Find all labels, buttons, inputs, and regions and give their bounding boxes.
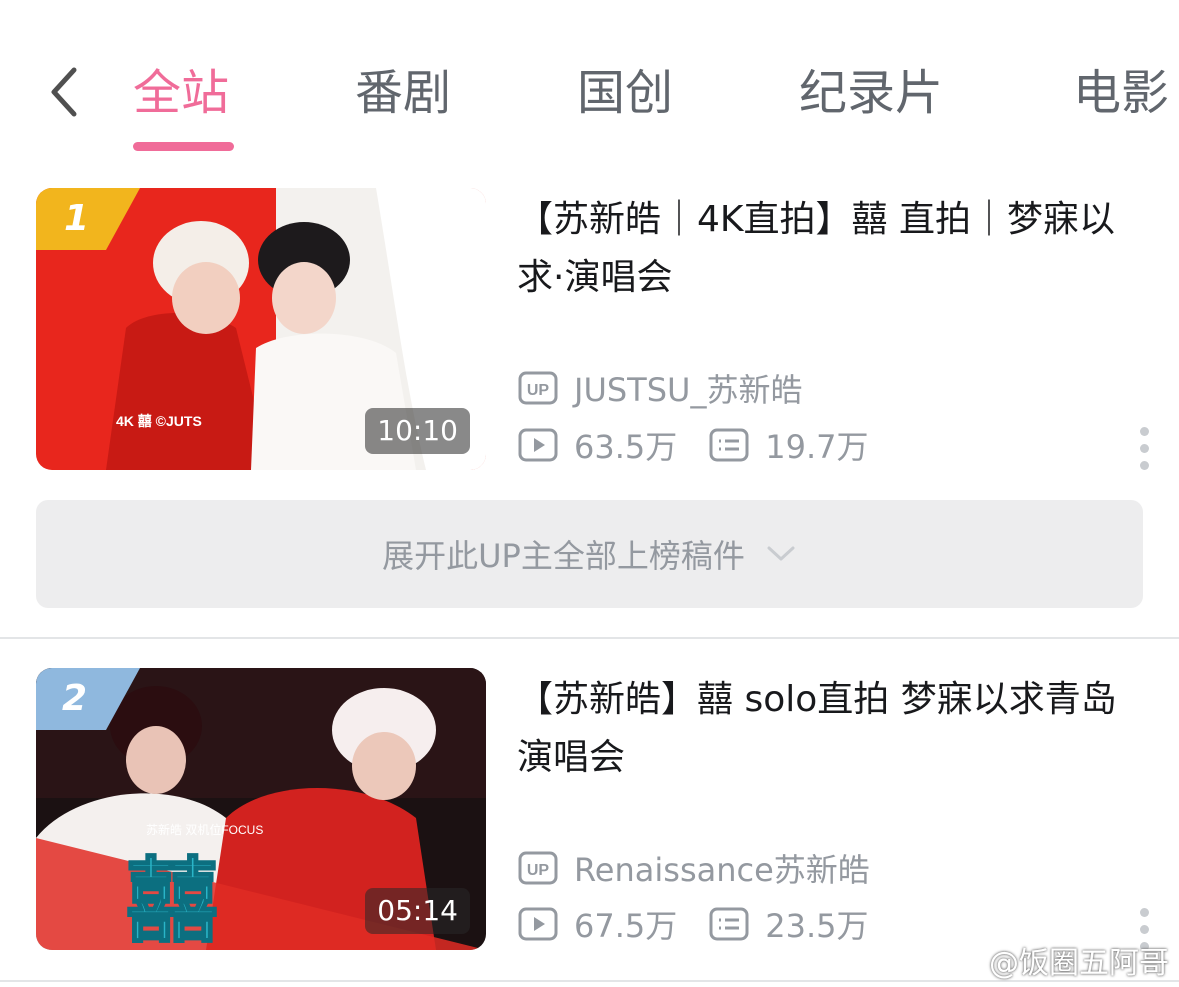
back-arrow-icon[interactable] <box>40 62 90 122</box>
tab-movie[interactable]: 电影 <box>1073 60 1169 126</box>
comment-count-icon <box>709 428 749 462</box>
section-divider <box>0 637 1179 639</box>
comment-count: 23.5万 <box>765 907 869 945</box>
video-thumbnail[interactable]: 苏新皓 双机位FOCUS 囍 2 05:14 <box>36 668 486 950</box>
svg-text:UP: UP <box>527 382 550 399</box>
watermark: @饭圈五阿哥 <box>943 938 1169 982</box>
play-count-icon <box>518 428 558 462</box>
rank-number: 1 <box>64 198 90 239</box>
watermark-text: @饭圈五阿哥 <box>989 946 1169 981</box>
expand-uploader-videos-button[interactable]: 展开此UP主全部上榜稿件 <box>36 500 1143 608</box>
stats-row: 67.5万 23.5万 <box>518 904 901 945</box>
up-badge-icon: UP <box>518 371 558 405</box>
video-title[interactable]: 【苏新皓｜4K直拍】囍 直拍｜梦寐以求·演唱会 <box>517 191 1137 307</box>
tab-anime[interactable]: 番剧 <box>355 60 451 126</box>
thumbnail-big-title: 囍 <box>126 848 218 950</box>
comment-count: 19.7万 <box>765 428 869 466</box>
chevron-down-icon <box>767 546 795 561</box>
thumbnail-caption: 4K 囍 ©JUTS <box>116 413 202 429</box>
tab-documentary[interactable]: 纪录片 <box>799 60 943 126</box>
video-duration: 10:10 <box>365 408 470 454</box>
active-tab-indicator <box>133 142 234 151</box>
expand-label: 展开此UP主全部上榜稿件 <box>382 537 745 575</box>
more-options-icon[interactable] <box>1136 427 1152 471</box>
up-badge-icon: UP <box>518 851 558 885</box>
view-count: 63.5万 <box>574 428 678 466</box>
video-title[interactable]: 【苏新皓】囍 solo直拍 梦寐以求青岛演唱会 <box>517 671 1137 787</box>
stats-row: 63.5万 19.7万 <box>518 425 901 466</box>
uploader-row[interactable]: UP Renaissance苏新皓 <box>518 848 870 889</box>
tab-all-site[interactable]: 全站 <box>133 60 229 126</box>
video-duration: 05:14 <box>365 888 470 934</box>
uploader-name: Renaissance苏新皓 <box>574 851 870 889</box>
uploader-row[interactable]: UP JUSTSU_苏新皓 <box>518 368 803 409</box>
weibo-logo-icon <box>943 948 981 975</box>
category-tab-bar: 全站 番剧 国创 纪录片 电影 <box>0 0 1179 160</box>
uploader-name: JUSTSU_苏新皓 <box>574 371 803 409</box>
rank-number: 2 <box>62 678 88 719</box>
thumbnail-caption: 苏新皓 双机位FOCUS <box>146 822 263 837</box>
play-count-icon <box>518 907 558 941</box>
view-count: 67.5万 <box>574 907 678 945</box>
video-thumbnail[interactable]: 4K 囍 ©JUTS 1 10:10 <box>36 188 486 470</box>
svg-text:UP: UP <box>527 862 550 879</box>
tab-guochuang[interactable]: 国创 <box>577 60 673 126</box>
comment-count-icon <box>709 907 749 941</box>
